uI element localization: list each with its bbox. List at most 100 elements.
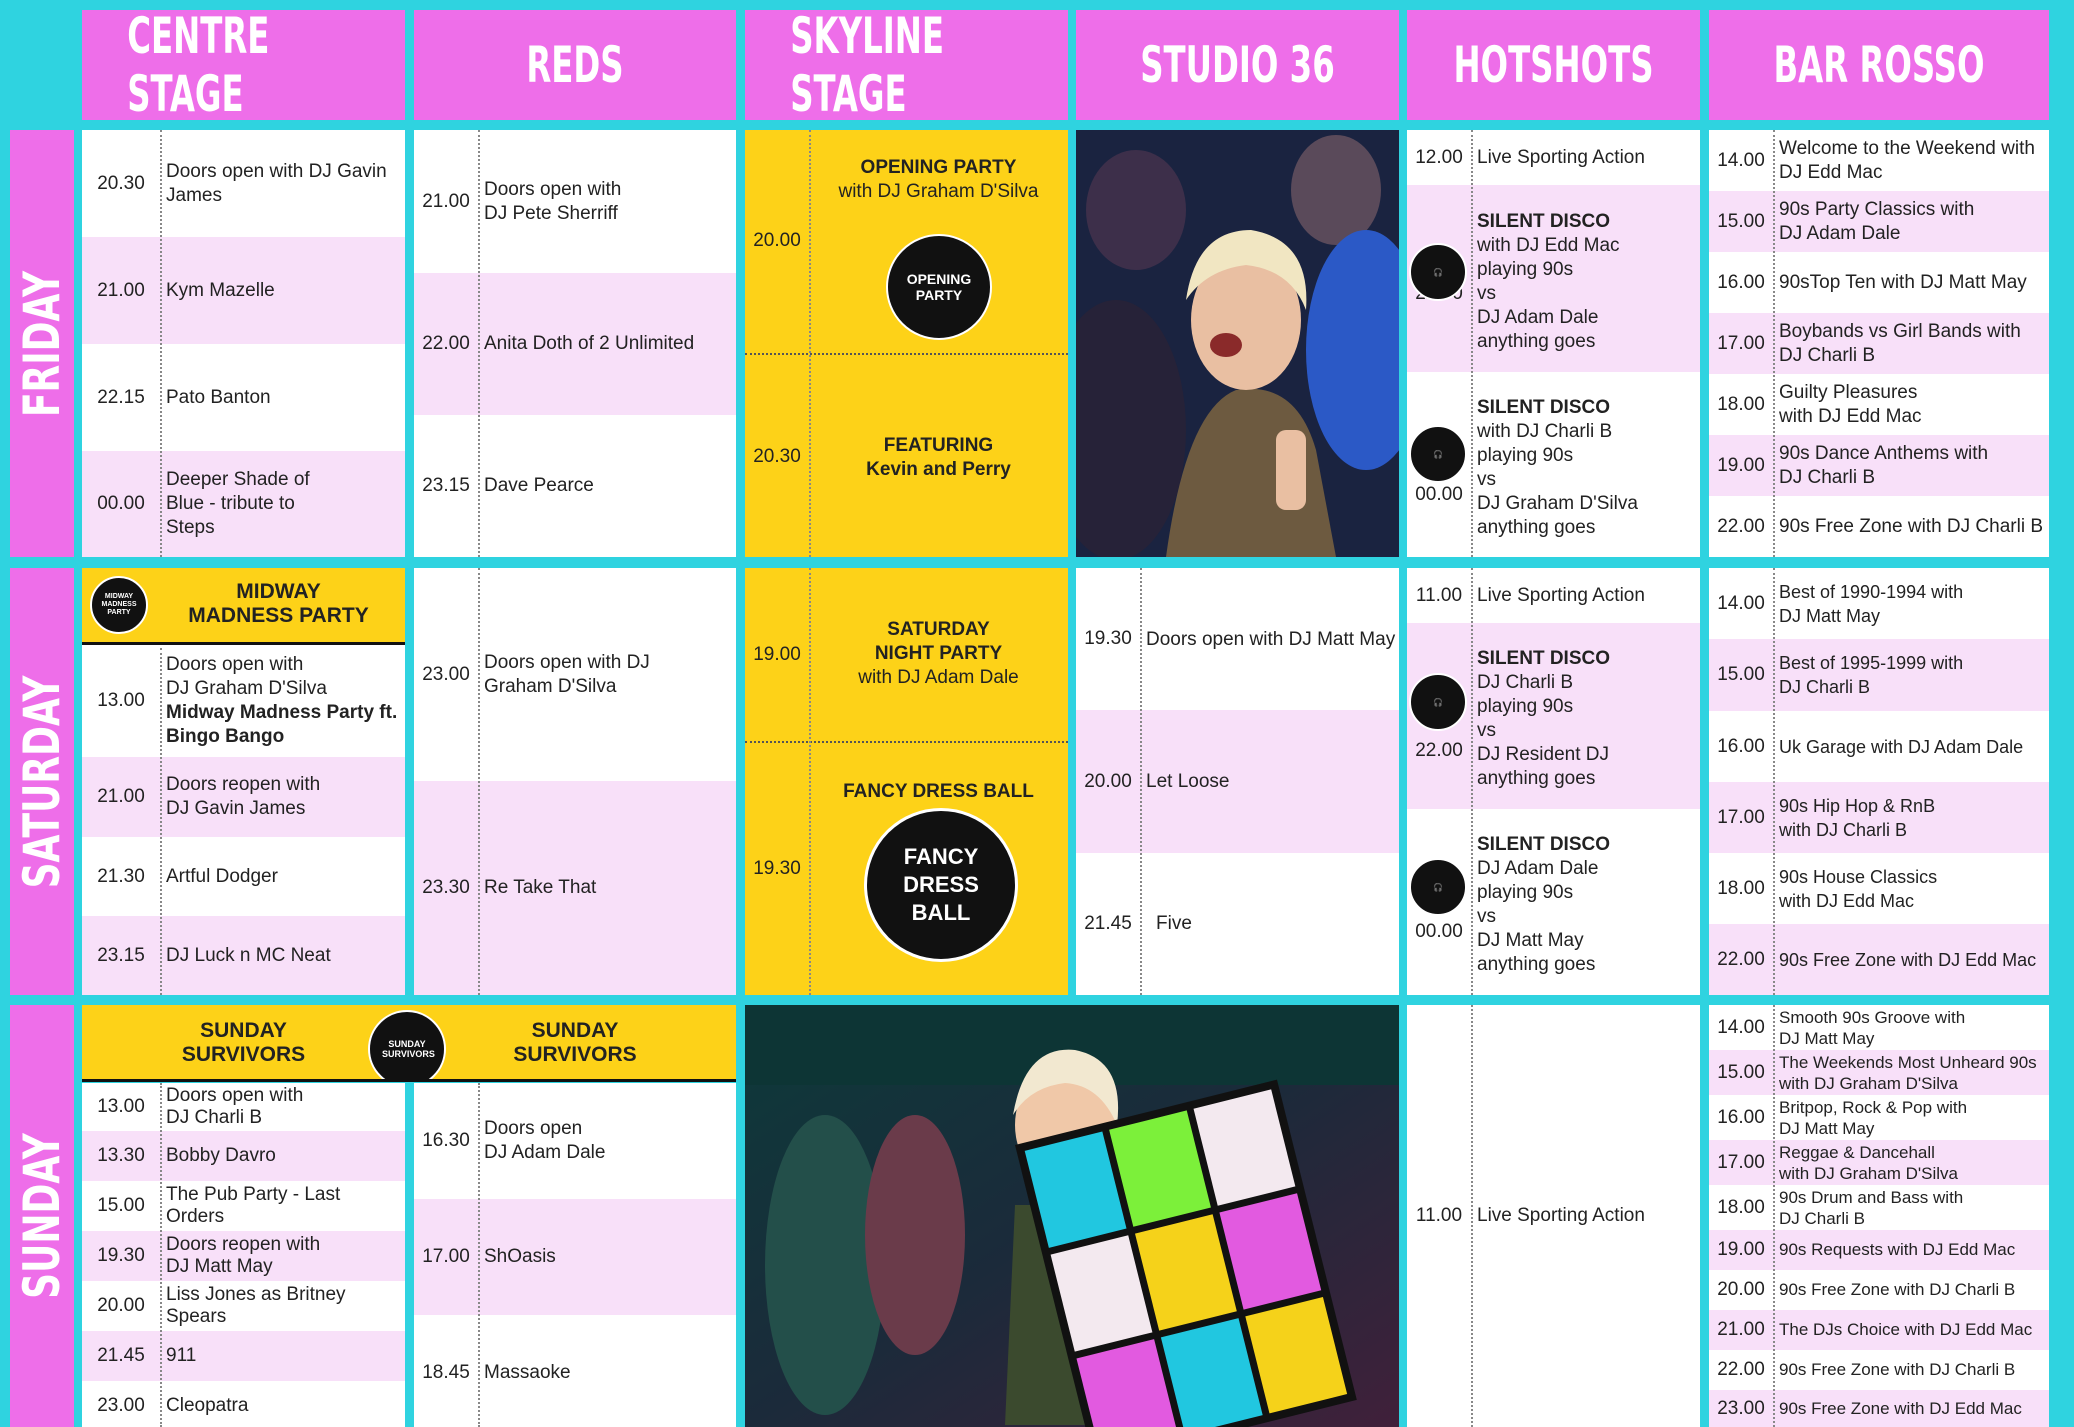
list-item: 23.15 Dave Pearce [414, 415, 736, 557]
list-item: 14.00 Welcome to the Weekend with DJ Edd … [1709, 130, 2049, 191]
sunday-reds: 16.30 Doors open DJ Adam Dale 17.00 ShOasi… [414, 1083, 736, 1427]
time: 22.00 [1717, 948, 1765, 970]
description: The Pub Party - Last Orders [166, 1184, 341, 1227]
list-item: 23.15 DJ Luck n MC Neat [82, 916, 405, 995]
time: 23.15 [97, 944, 145, 966]
event-line: Midway Madness Party ft. [166, 702, 398, 723]
time: 15.00 [97, 1195, 145, 1216]
list-item: 11.00 Live Sporting Action [1407, 568, 1700, 623]
time: 16.00 [1717, 1106, 1765, 1128]
list-item: 21.00 The DJs Choice with DJ Edd Mac [1709, 1310, 2049, 1350]
list-item: 16.00 Uk Garage with DJ Adam Dale [1709, 711, 2049, 782]
description: Live Sporting Action [1477, 584, 1645, 606]
time: 20.30 [97, 172, 145, 194]
time: 18.00 [1717, 393, 1765, 415]
description: Artful Dodger [166, 865, 278, 887]
list-item: 19.00 90s Requests with DJ Edd Mac [1709, 1230, 2049, 1270]
list-item: 13.30 Bobby Davro [82, 1131, 405, 1181]
description: The DJs Choice with DJ Edd Mac [1779, 1320, 2033, 1339]
day-sunday: SUNDAY [10, 1005, 74, 1427]
saturday-reds: 23.00 Doors open with DJ Graham D'Silva 2… [414, 568, 736, 995]
friday-bar-rosso: 14.00 Welcome to the Weekend with DJ Edd … [1709, 130, 2049, 557]
description: 90s Free Zone with DJ Charli B [1779, 515, 2043, 537]
event-line: vs [1477, 720, 1496, 741]
event-title: NIGHT PARTY [874, 643, 1003, 664]
time: 23.30 [422, 877, 470, 898]
list-item: 21.00 Doors reopen with DJ Gavin James [82, 757, 405, 837]
time: 23.00 [97, 1395, 145, 1416]
banner-title: SUNDAY [200, 1019, 287, 1042]
time: 20.30 [753, 446, 801, 467]
event-line: with DJ Charli B [1477, 420, 1613, 442]
time: 19.30 [1084, 628, 1132, 649]
list-item: 20.00 Let Loose [1076, 710, 1399, 853]
list-item: 20.30 Doors open with DJ Gavin James [82, 130, 405, 237]
description: Live Sporting Action [1477, 146, 1645, 168]
description: Cleopatra [166, 1395, 249, 1416]
description: Bobby Davro [166, 1145, 276, 1166]
time: 00.00 [97, 493, 145, 514]
time: 23.00 [422, 663, 470, 685]
list-item: 17.00 Boybands vs Girl Bands with DJ Cha… [1709, 313, 2049, 374]
list-item: 23.00 Doors open with DJ Graham D'Silva [414, 568, 736, 781]
time: 19.00 [1717, 454, 1765, 476]
event-line: DJ Adam Dale [1477, 306, 1599, 328]
friday-hotshots: 12.00Live Sporting Action 22.00 SILENT D… [1407, 130, 1700, 557]
time: 16.00 [1717, 271, 1765, 293]
saturday-hotshots: 11.00 Live Sporting Action 22.00 SILENT D… [1407, 568, 1700, 995]
list-item: 16.00 90sTop Ten with DJ Matt May [1709, 252, 2049, 313]
header-label: STUDIO 36 [1140, 36, 1335, 94]
silent-disco-badge-icon: 🎧 [1409, 425, 1467, 483]
day-label: FRIDAY [13, 270, 71, 417]
list-item: 18.00 Guilty Pleasures with DJ Edd Mac [1709, 374, 2049, 435]
description: Kym Mazelle [166, 279, 275, 301]
event-line: anything goes [1477, 954, 1596, 975]
event-subtitle: with DJ Graham D'Silva [838, 181, 1039, 202]
time: 00.00 [1415, 921, 1463, 942]
header-bar-rosso: BAR ROSSO [1709, 10, 2049, 120]
description: Pato Banton [166, 386, 271, 408]
list-item: 16.30 Doors open DJ Adam Dale [414, 1083, 736, 1199]
time: 17.00 [1717, 332, 1765, 354]
time: 22.00 [1717, 515, 1765, 537]
description: ShOasis [484, 1246, 556, 1267]
sunday-survivors-badge-icon: SUNDAY SURVIVORS [368, 1010, 446, 1079]
list-item: 16.00 Britpop, Rock & Pop with DJ Matt Ma… [1709, 1095, 2049, 1140]
description: Doors open with DJ Matt May [1146, 629, 1396, 650]
time: 11.00 [1415, 584, 1463, 606]
description: Doors open with DJ Charli B [166, 1085, 304, 1128]
description: Welcome to the Weekend with DJ Edd Mac [1779, 137, 2035, 183]
crowd-photo [1076, 130, 1399, 557]
list-item: 21.45 Five [1076, 853, 1399, 995]
list-item: 22.00 90s Free Zone with DJ Edd Mac [1709, 924, 2049, 995]
time: 15.00 [1717, 1061, 1765, 1083]
header-studio-36: STUDIO 36 [1076, 10, 1399, 120]
list-item: 12.00 Live Sporting Action [1407, 130, 1700, 185]
description: 90s Free Zone with DJ Edd Mac [1779, 1398, 2022, 1418]
time: 19.30 [753, 858, 801, 879]
list-item: 18.45 Massaoke [414, 1315, 736, 1427]
time: 18.45 [422, 1362, 470, 1383]
day-label: SUNDAY [13, 1133, 71, 1299]
description: Britpop, Rock & Pop with DJ Matt May [1779, 1097, 1968, 1138]
time: 14.00 [1717, 149, 1765, 171]
description: Uk Garage with DJ Adam Dale [1779, 736, 2024, 757]
time: 13.00 [97, 690, 145, 711]
description: Doors reopen with DJ Matt May [166, 1234, 321, 1277]
time: 20.00 [97, 1295, 145, 1316]
list-item: 21.30 Artful Dodger [82, 837, 405, 916]
event-line: DJ Graham D'Silva [166, 678, 327, 699]
list-item: 23.00 90s Free Zone with DJ Edd Mac [1709, 1390, 2049, 1427]
description: Best of 1990-1994 with DJ Matt May [1779, 581, 1964, 626]
sunday-survivors-banner: SUNDAY SURVIVORS SUNDAY SURVIVORS SUNDAY S… [82, 1005, 736, 1082]
description: Massaoke [484, 1362, 571, 1383]
list-item: 14.00 Best of 1990-1994 with DJ Matt May [1709, 568, 2049, 639]
opening-party-badge-icon: OPENING PARTY [886, 234, 992, 340]
event-title: FANCY DRESS BALL [843, 781, 1034, 802]
time: 21.00 [1717, 1319, 1765, 1340]
saturday-bar-rosso: 14.00 Best of 1990-1994 with DJ Matt May … [1709, 568, 2049, 995]
description: 90s Dance Anthems with DJ Charli B [1779, 442, 1989, 488]
time: 22.00 [1717, 1359, 1765, 1380]
day-friday: FRIDAY [10, 130, 74, 557]
description: Dave Pearce [484, 475, 594, 496]
